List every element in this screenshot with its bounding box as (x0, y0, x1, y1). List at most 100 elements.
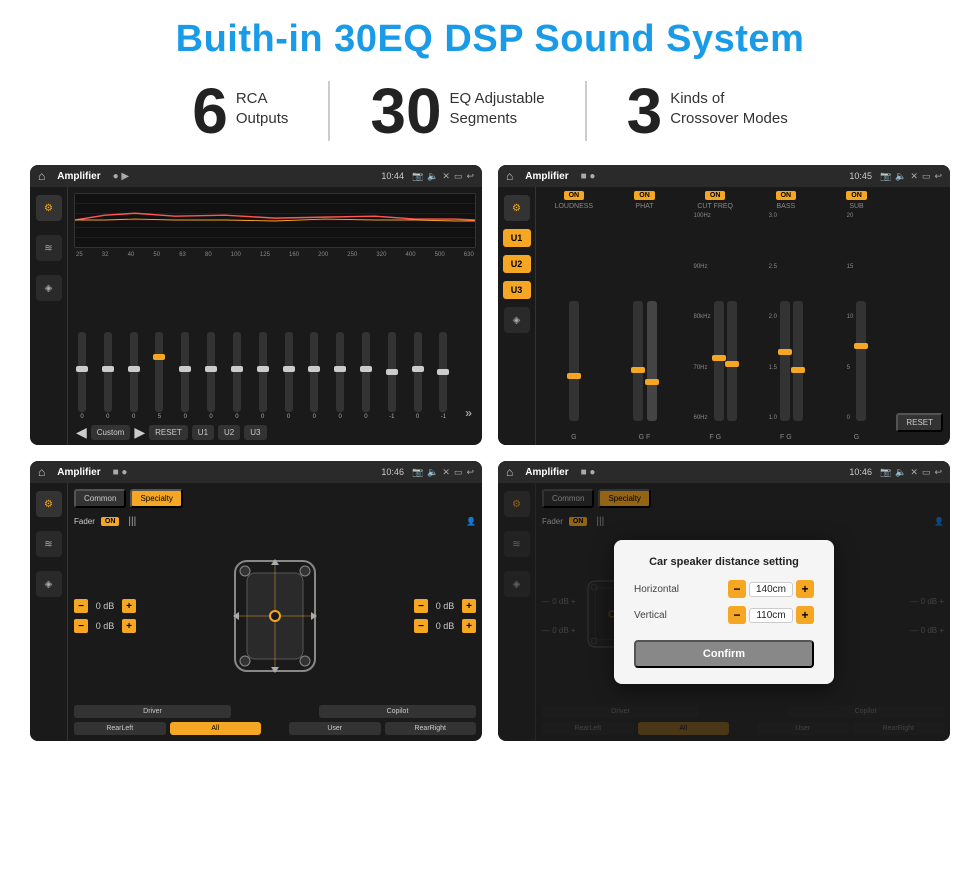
fader-topbar: ⌂ Amplifier ■ ● 10:46 📷 🔈 ✕ ▭ ↩ (30, 461, 482, 483)
eq-next-icon[interactable]: ▶ (134, 424, 145, 441)
eq-track-6[interactable] (233, 332, 241, 412)
crossover-sidebar-icon-1[interactable]: ⚙ (504, 195, 530, 221)
fader-fl-minus[interactable]: − (74, 599, 88, 613)
eq-sidebar-icon-3[interactable]: ◈ (36, 275, 62, 301)
eq-track-14[interactable] (439, 332, 447, 412)
eq-track-2[interactable] (130, 332, 138, 412)
eq-preset-custom[interactable]: Custom (91, 425, 131, 440)
eq-u1-btn[interactable]: U1 (192, 425, 214, 440)
phat-slider-g[interactable] (633, 301, 643, 421)
fader-left-controls: − 0 dB + − 0 dB + (74, 531, 136, 701)
dialog-vertical-plus[interactable]: + (796, 606, 814, 624)
on-badge-bass[interactable]: ON (776, 191, 797, 200)
crossover-reset-btn[interactable]: RESET (896, 413, 943, 432)
eq-sidebar-icon-2[interactable]: ≋ (36, 235, 62, 261)
freq-32: 32 (102, 252, 109, 258)
eq-track-9[interactable] (310, 332, 318, 412)
eq-track-10[interactable] (336, 332, 344, 412)
on-badge-cutfreq[interactable]: ON (705, 191, 726, 200)
fader-tab-specialty[interactable]: Specialty (130, 489, 182, 508)
sub-v-10: 10 (847, 314, 854, 320)
crossover-u1[interactable]: U1 (503, 229, 531, 247)
fader-btn-rearright[interactable]: RearRight (385, 722, 477, 735)
fader-btn-all[interactable]: All (170, 722, 262, 735)
dialog-home-icon[interactable]: ⌂ (506, 465, 513, 479)
eq-track-8[interactable] (285, 332, 293, 412)
eq-reset-btn[interactable]: RESET (149, 425, 188, 440)
freq-label-90: 90Hz (694, 264, 711, 270)
crossover-title: Amplifier (525, 171, 568, 182)
fader-slider-h[interactable]: ||| (128, 516, 136, 527)
stat-eq-label: EQ Adjustable Segments (450, 79, 545, 128)
fader-spacer (235, 705, 315, 718)
fader-fr-plus[interactable]: + (462, 599, 476, 613)
eq-track-13[interactable] (414, 332, 422, 412)
fader-rl-plus[interactable]: + (122, 619, 136, 633)
eq-u2-btn[interactable]: U2 (218, 425, 240, 440)
crossover-back-icon: ↩ (934, 171, 942, 182)
dialog-horizontal-minus[interactable]: − (728, 580, 746, 598)
eq-track-0[interactable] (78, 332, 86, 412)
fader-fr-minus[interactable]: − (414, 599, 428, 613)
eq-arrow[interactable]: » (465, 406, 472, 420)
fader-fl-plus[interactable]: + (122, 599, 136, 613)
dialog-confirm-button[interactable]: Confirm (634, 640, 814, 668)
eq-track-5[interactable] (207, 332, 215, 412)
fader-sidebar-icon-1[interactable]: ⚙ (36, 491, 62, 517)
crossover-u3[interactable]: U3 (503, 281, 531, 299)
dialog-horizontal-plus[interactable]: + (796, 580, 814, 598)
eq-slider-9: 0 (310, 332, 318, 420)
loudness-slider-g[interactable] (569, 301, 579, 421)
dialog-topbar-icons: 📷 🔈 ✕ ▭ ↩ (880, 467, 942, 478)
eq-slider-7: 0 (259, 332, 267, 420)
fader-rr-minus[interactable]: − (414, 619, 428, 633)
eq-slider-13: 0 (414, 332, 422, 420)
eq-track-4[interactable] (181, 332, 189, 412)
crossover-camera-icon: 📷 (880, 171, 891, 182)
fader-sidebar-icon-2[interactable]: ≋ (36, 531, 62, 557)
phat-slider-f[interactable] (647, 301, 657, 421)
crossover-u2[interactable]: U2 (503, 255, 531, 273)
fader-btn-rearleft[interactable]: RearLeft (74, 722, 166, 735)
eq-slider-5: 0 (207, 332, 215, 420)
eq-track-7[interactable] (259, 332, 267, 412)
eq-freq-labels: 25 32 40 50 63 80 100 125 160 200 250 32… (74, 252, 476, 258)
freq-40: 40 (128, 252, 135, 258)
eq-prev-icon[interactable]: ◀ (76, 424, 87, 441)
fader-rr-plus[interactable]: + (462, 619, 476, 633)
eq-track-1[interactable] (104, 332, 112, 412)
eq-track-11[interactable] (362, 332, 370, 412)
bass-slider-g[interactable] (793, 301, 803, 421)
screen-fader: ⌂ Amplifier ■ ● 10:46 📷 🔈 ✕ ▭ ↩ ⚙ ≋ ◈ (30, 461, 482, 741)
fader-rl-minus[interactable]: − (74, 619, 88, 633)
cutfreq-slider-f[interactable] (714, 301, 724, 421)
eq-u3-btn[interactable]: U3 (244, 425, 266, 440)
crossover-sidebar-icon-2[interactable]: ◈ (504, 307, 530, 333)
fader-btn-driver[interactable]: Driver (74, 705, 231, 718)
sub-label: SUB (849, 203, 863, 210)
crossover-home-icon[interactable]: ⌂ (506, 169, 513, 183)
fader-user-icon[interactable]: 👤 (466, 517, 476, 526)
crossover-sidebar: ⚙ U1 U2 U3 ◈ (498, 187, 536, 445)
stat-eq: 30 EQ Adjustable Segments (330, 79, 584, 143)
fader-sidebar-icon-3[interactable]: ◈ (36, 571, 62, 597)
dialog-vertical-value: 110cm (749, 608, 793, 623)
fader-btn-copilot[interactable]: Copilot (319, 705, 476, 718)
fader-db-rr: − 0 dB + (414, 619, 476, 633)
eq-track-3[interactable] (155, 332, 163, 412)
cutfreq-slider-g[interactable] (727, 301, 737, 421)
eq-track-12[interactable] (388, 332, 396, 412)
fader-on-badge[interactable]: ON (101, 517, 120, 526)
fader-home-icon[interactable]: ⌂ (38, 465, 45, 479)
fader-tab-common[interactable]: Common (74, 489, 126, 508)
home-icon[interactable]: ⌂ (38, 169, 45, 183)
dialog-vertical-minus[interactable]: − (728, 606, 746, 624)
sub-slider[interactable] (856, 301, 866, 421)
fader-btn-user[interactable]: User (289, 722, 381, 735)
bass-slider-f[interactable] (780, 301, 790, 421)
on-badge-loudness[interactable]: ON (564, 191, 585, 200)
eq-graph (74, 193, 476, 248)
on-badge-phat[interactable]: ON (634, 191, 655, 200)
on-badge-sub[interactable]: ON (846, 191, 867, 200)
eq-sidebar-icon-1[interactable]: ⚙ (36, 195, 62, 221)
